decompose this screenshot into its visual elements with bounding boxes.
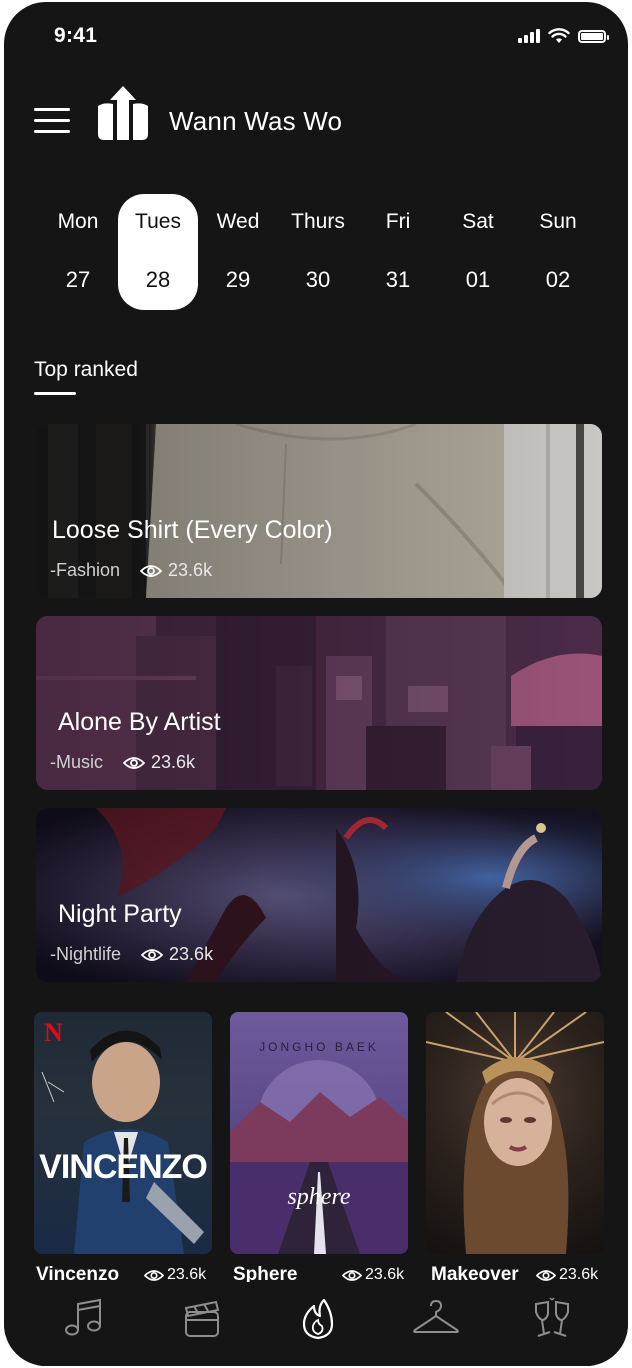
day-wed[interactable]: Wed 29 [198,194,278,310]
status-time: 9:41 [54,24,98,47]
nav-nightlife[interactable] [530,1296,574,1340]
day-name: Tues [135,210,181,233]
day-name: Mon [57,210,99,233]
day-name: Wed [216,210,260,233]
eye-icon [536,1269,556,1281]
card-views: 23.6k [169,944,214,964]
hanger-icon [413,1299,459,1333]
day-name: Sun [539,210,577,233]
day-number: 31 [385,267,411,292]
day-number: 27 [65,267,91,292]
champagne-glasses-icon [535,1297,569,1337]
nav-fashion[interactable] [412,1296,460,1340]
poster-art-top: JONGHO BAEK [259,1040,379,1054]
tab-underline [34,392,76,395]
eye-icon [342,1269,362,1281]
card-meta: -Fashion 23.6k [50,560,212,581]
poster-vincenzo[interactable]: N VINCENZO [34,1012,212,1254]
eye-icon [141,948,164,961]
card-nightlife[interactable]: Night Party -Nightlife 23.6k [36,808,602,982]
card-category: -Fashion [50,560,121,580]
hamburger-icon [34,108,70,111]
card-category: -Music [50,752,103,772]
day-name: Thurs [291,210,345,233]
bottom-nav [4,1282,628,1366]
day-thurs[interactable]: Thurs 30 [278,194,358,310]
card-category: -Nightlife [50,944,122,964]
eye-icon [140,564,163,577]
wifi-icon [548,28,570,43]
poster-image [41,1030,204,1254]
poster-makeover[interactable] [426,1012,604,1254]
day-sat[interactable]: Sat 01 [438,194,518,310]
poster-art-text: VINCENZO [39,1148,208,1186]
card-title: Night Party [58,900,182,928]
nav-trending[interactable] [296,1296,340,1340]
day-number: 01 [465,267,491,292]
day-name: Fri [385,210,411,233]
app-title: Wann Was Wo [169,106,343,136]
poster-sphere[interactable]: JONGHO BAEK sphere [230,1012,408,1254]
day-name: Sat [462,210,494,233]
battery-icon [578,29,609,43]
nav-movies[interactable] [180,1296,224,1340]
day-mon[interactable]: Mon 27 [38,194,118,310]
card-meta: -Nightlife 23.6k [50,944,213,965]
day-number: 29 [225,267,251,292]
poster-art-text: sphere [287,1184,351,1210]
date-picker: Mon 27 Tues 28 Wed 29 Thurs 30 Fri 31 Sa… [38,194,598,312]
card-fashion[interactable]: Loose Shirt (Every Color) -Fashion 23.6k [36,424,602,598]
netflix-badge: N [44,1018,63,1047]
eye-icon [144,1269,164,1281]
flame-icon [302,1298,334,1340]
card-meta: -Music 23.6k [50,752,195,773]
day-number: 28 [145,267,171,292]
music-note-icon [65,1298,101,1336]
day-tues-selected[interactable]: Tues 28 [118,194,198,310]
phone-screen: 9:41 Wann Was Wo Mon 27 Tues 28 Wed 29 T… [4,2,628,1366]
tab-top-ranked[interactable]: Top ranked [34,358,138,382]
card-title: Alone By Artist [58,708,221,736]
day-number: 02 [545,267,571,292]
card-views: 23.6k [168,560,213,580]
status-icons [518,28,609,44]
cellular-signal-icon [518,29,540,43]
menu-button[interactable] [34,108,72,138]
day-sun[interactable]: Sun 02 [518,194,598,310]
logo-icon [98,86,148,140]
poster-image [426,1012,604,1254]
nav-music[interactable] [62,1296,106,1340]
eye-icon [123,756,145,769]
clapperboard-icon [184,1300,220,1337]
card-views: 23.6k [151,752,196,772]
card-title: Loose Shirt (Every Color) [52,516,333,544]
day-number: 30 [305,267,331,292]
day-fri[interactable]: Fri 31 [358,194,438,310]
card-music[interactable]: Alone By Artist -Music 23.6k [36,616,602,790]
